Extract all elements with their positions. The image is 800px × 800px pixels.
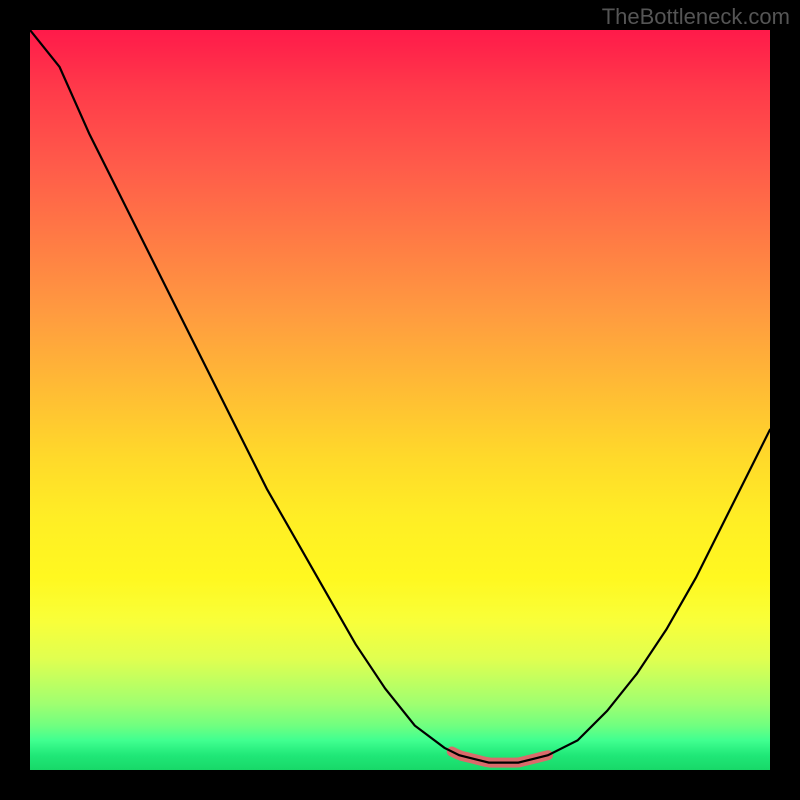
chart-svg — [30, 30, 770, 770]
watermark-text: TheBottleneck.com — [602, 4, 790, 30]
bottleneck-curve — [30, 30, 770, 763]
plot-area — [30, 30, 770, 770]
